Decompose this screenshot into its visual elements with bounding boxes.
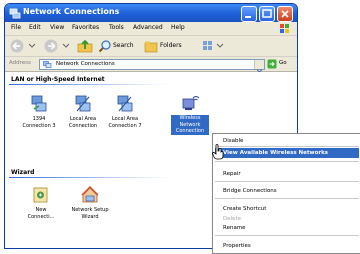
minimize-icon	[245, 16, 251, 18]
address-value: Network Connections	[56, 61, 115, 67]
go-label: Go	[279, 60, 287, 66]
menu-separator	[215, 198, 359, 199]
section-title-lan: LAN or High-Speed Internet	[11, 76, 105, 83]
windows-logo-icon	[280, 24, 289, 33]
menu-file[interactable]: File	[11, 24, 21, 31]
wizard-item-network-setup[interactable]: Network Setup Wizard	[67, 185, 113, 227]
forward-arrow-icon	[44, 39, 70, 53]
menu-separator	[215, 235, 359, 236]
menu-item-disable[interactable]: Disable	[223, 138, 243, 144]
window-title: Network Connections	[23, 7, 120, 16]
context-menu: Disable View Available Wireless Networks…	[212, 133, 360, 254]
network-setup-wizard-icon	[81, 186, 99, 203]
menu-item-repair[interactable]: Repair	[223, 171, 241, 177]
forward-button[interactable]	[43, 38, 73, 54]
menu-separator	[215, 181, 359, 182]
network-folder-icon	[43, 61, 52, 68]
folders-button[interactable]: Folders	[144, 38, 190, 54]
network-connection-icon	[75, 95, 91, 112]
address-label: Address	[9, 60, 31, 66]
wireless-network-icon	[182, 96, 200, 110]
wizard-label: Network Setup Wizard	[71, 207, 109, 220]
back-arrow-icon	[10, 39, 36, 53]
connection-label: 1394 Connection 3	[22, 116, 56, 129]
connection-label: Local Area Connection	[68, 116, 98, 129]
folders-icon	[144, 41, 158, 53]
minimize-button[interactable]	[241, 6, 257, 22]
menu-item-properties[interactable]: Properties	[223, 243, 251, 249]
menu-advanced[interactable]: Advanced	[133, 24, 163, 31]
maximize-button[interactable]	[259, 6, 275, 22]
section-divider	[9, 84, 169, 85]
close-icon	[281, 10, 289, 18]
hand-cursor-icon	[212, 144, 224, 160]
connection-item-local-area-7[interactable]: Local Area Connection 7	[105, 94, 145, 136]
address-input[interactable]: Network Connections	[39, 59, 265, 73]
network-connection-icon	[31, 95, 47, 112]
connection-label-selected: Wireless Network Connection	[171, 115, 209, 135]
menu-item-view-wireless-networks[interactable]: View Available Wireless Networks	[215, 148, 359, 158]
menu-item-delete: Delete	[223, 216, 242, 222]
menu-bar: File Edit View Favorites Tools Advanced …	[5, 22, 297, 36]
menu-item-create-shortcut[interactable]: Create Shortcut	[223, 206, 266, 212]
menu-item-bridge-connections[interactable]: Bridge Connections	[223, 188, 277, 194]
title-bar[interactable]: Network Connections	[5, 4, 297, 22]
new-connection-wizard-icon	[33, 187, 48, 203]
menu-favorites[interactable]: Favorites	[72, 24, 99, 31]
connection-label: Local Area Connection 7	[108, 116, 142, 129]
folders-label: Folders	[160, 42, 182, 49]
search-label: Search	[113, 42, 134, 49]
menu-view[interactable]: View	[50, 24, 64, 31]
connection-item-local-area[interactable]: Local Area Connection	[63, 94, 103, 136]
address-dropdown-button[interactable]	[254, 60, 264, 73]
network-connection-icon	[117, 95, 133, 112]
toolbar: Search Folders	[5, 36, 297, 57]
wizard-item-new-connection[interactable]: New Connecti...	[23, 185, 59, 227]
go-button[interactable]: Go	[267, 59, 295, 69]
views-grid-icon	[203, 41, 224, 50]
wizard-label: New Connecti...	[27, 207, 55, 220]
up-folder-icon	[77, 39, 93, 53]
section-divider	[9, 177, 169, 178]
section-title-wizard: Wizard	[11, 169, 35, 176]
search-button[interactable]: Search	[98, 38, 142, 54]
connection-item-1394[interactable]: 1394 Connection 3	[21, 94, 57, 136]
views-button[interactable]	[201, 38, 227, 54]
menu-separator	[215, 146, 359, 147]
menu-tools[interactable]: Tools	[109, 24, 124, 31]
menu-help[interactable]: Help	[171, 24, 185, 31]
menu-item-rename[interactable]: Rename	[223, 225, 246, 231]
up-folder-button[interactable]	[77, 38, 93, 54]
address-bar: Address Network Connections Go	[5, 57, 297, 73]
menu-separator	[215, 161, 359, 162]
search-icon	[98, 40, 111, 53]
close-button[interactable]	[277, 6, 293, 22]
menu-item-label: View Available Wireless Networks	[223, 150, 329, 156]
connection-item-wireless[interactable]: Wireless Network Connection	[171, 94, 209, 142]
network-connections-icon	[9, 8, 21, 19]
go-arrow-icon	[267, 59, 277, 69]
back-button[interactable]	[9, 38, 39, 54]
maximize-icon	[262, 9, 272, 18]
menu-edit[interactable]: Edit	[29, 24, 41, 31]
